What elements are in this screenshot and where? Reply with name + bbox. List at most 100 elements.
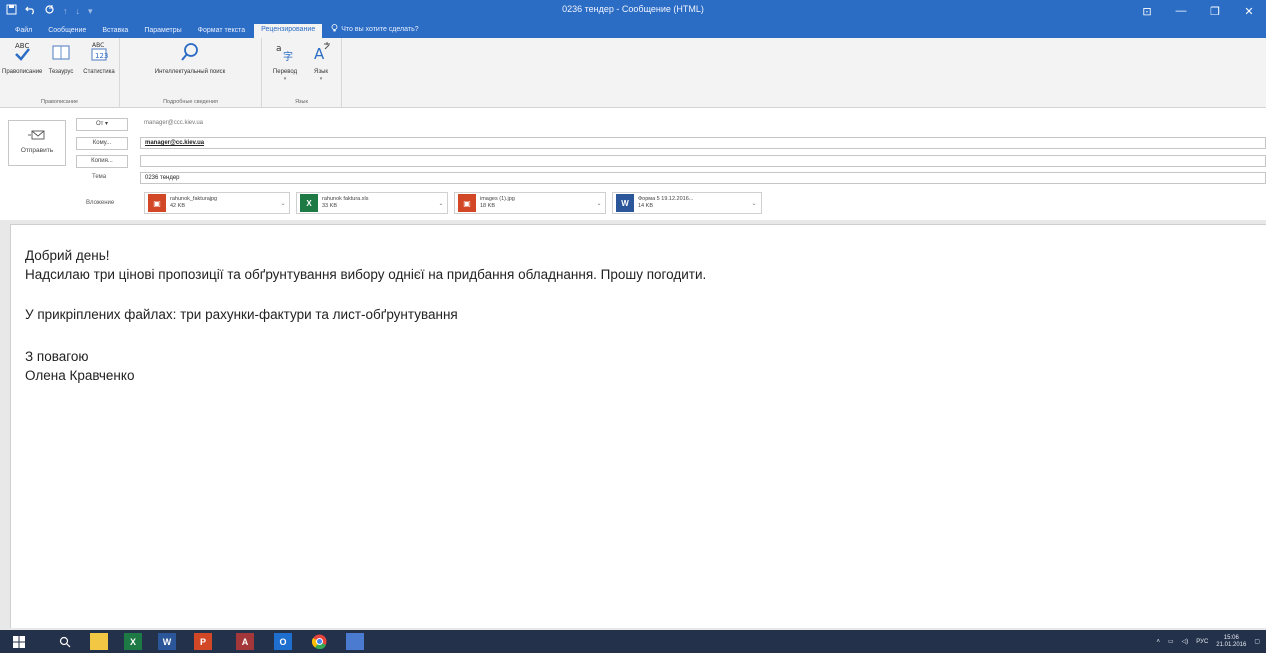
outlook-compose-window: ↑ ↓ ▾ 0236 тендер - Сообщение (HTML) ⊡ —… — [0, 0, 1266, 653]
from-value: manager@ccc.kiev.ua — [144, 120, 204, 126]
word-file-icon: W — [616, 194, 634, 212]
attachment-item[interactable]: ▣ images (1).jpg 18 KB ⌄ — [454, 192, 606, 214]
spellcheck-icon: ABC — [2, 40, 42, 67]
attachment-name: rahunok faktura.xls — [322, 196, 369, 202]
to-field[interactable]: manager@cc.kiev.ua — [140, 137, 1266, 149]
tab-insert[interactable]: Вставка — [95, 25, 135, 38]
translate-dropdown-icon: ▾ — [283, 76, 287, 82]
title-bar: ↑ ↓ ▾ 0236 тендер - Сообщение (HTML) ⊡ —… — [0, 0, 1266, 22]
attachment-item[interactable]: W Форма 5 19.12.2016... 14 KB ⌄ — [612, 192, 762, 214]
body-regards: З повагою — [25, 349, 89, 364]
tab-review[interactable]: Рецензирование — [254, 24, 323, 38]
attachment-size: 42 KB — [170, 203, 185, 209]
tab-message[interactable]: Сообщение — [41, 25, 93, 38]
tell-me-label: Что вы хотите сделать? — [341, 25, 419, 33]
group-label-insights: Подробные сведения — [163, 99, 218, 105]
body-line-1: Надсилаю три цінові пропозиції та обґрун… — [25, 267, 707, 282]
group-label-language: Язык — [295, 99, 308, 105]
network-icon[interactable]: ▭ — [1168, 638, 1174, 645]
cc-button[interactable]: Копия... — [76, 155, 128, 168]
volume-icon[interactable]: ◁) — [1182, 638, 1189, 645]
subject-value: 0236 тендер — [145, 175, 180, 181]
translate-button[interactable]: a字 Перевод ▾ — [268, 40, 302, 83]
from-button[interactable]: От ▾ — [76, 118, 128, 131]
message-body-editor[interactable]: Добрий день! Надсилаю три цінові пропози… — [10, 224, 1266, 628]
body-signature: Олена Кравченко — [25, 368, 135, 383]
outlook-icon[interactable]: O — [274, 633, 292, 650]
excel-icon[interactable]: X — [124, 633, 142, 650]
tab-format-text[interactable]: Формат текста — [191, 25, 253, 38]
clock[interactable]: 15:06 21.01.2016 — [1216, 635, 1246, 649]
input-language[interactable]: РУС — [1196, 639, 1208, 645]
body-line-2: У прикріплених файлах: три рахунки-факту… — [25, 307, 458, 322]
image-file-icon: ▣ — [458, 194, 476, 212]
attachment-item[interactable]: X rahunok faktura.xls 33 KB ⌄ — [296, 192, 448, 214]
tell-me-box[interactable]: Что вы хотите сделать? — [324, 22, 425, 38]
attachment-dropdown-icon[interactable]: ⌄ — [435, 200, 447, 207]
svg-text:123: 123 — [95, 52, 108, 60]
word-count-button[interactable]: ABC 123 Статистика — [80, 40, 118, 76]
word-count-icon: ABC 123 — [80, 40, 118, 67]
language-dropdown-icon: ▾ — [319, 76, 323, 82]
spelling-button[interactable]: ABC Правописание — [2, 40, 42, 76]
notifications-icon[interactable]: ▢ — [1254, 638, 1260, 645]
lightbulb-icon — [331, 24, 338, 34]
translate-icon: a字 — [268, 40, 302, 67]
cc-field[interactable] — [140, 155, 1266, 167]
ribbon-group-proofing: ABC Правописание Тезаурус ABC 123 Статист… — [0, 38, 120, 108]
body-greeting: Добрий день! — [25, 248, 110, 263]
show-hidden-icons[interactable]: ˄ — [1156, 639, 1160, 645]
to-button[interactable]: Кому... — [76, 137, 128, 150]
ribbon-tabs: Файл Сообщение Вставка Параметры Формат … — [0, 22, 1266, 38]
attachment-name: images (1).jpg — [480, 196, 515, 202]
subject-label: Тема — [92, 174, 107, 180]
message-header: Отправить От ▾ manager@ccc.kiev.ua Кому.… — [0, 108, 1266, 220]
send-button[interactable]: Отправить — [8, 120, 66, 166]
ribbon: ABC Правописание Тезаурус ABC 123 Статист… — [0, 38, 1266, 108]
taskbar: X W P A O ˄ ▭ ◁) РУС 15:06 21.01.2016 ▢ — [0, 630, 1266, 653]
file-explorer-icon[interactable] — [90, 633, 108, 650]
window-title: 0236 тендер - Сообщение (HTML) — [562, 4, 704, 14]
close-button[interactable]: ✕ — [1232, 0, 1266, 22]
svg-text:a: a — [276, 44, 282, 54]
group-label-proofing: Правописание — [40, 99, 79, 105]
svg-text:字: 字 — [283, 50, 293, 63]
thesaurus-button[interactable]: Тезаурус — [44, 40, 78, 76]
subject-field[interactable]: 0236 тендер — [140, 172, 1266, 184]
clock-date: 21.01.2016 — [1216, 641, 1247, 648]
tab-options[interactable]: Параметры — [137, 25, 188, 38]
app-icon[interactable] — [346, 633, 364, 650]
attachment-size: 14 KB — [638, 203, 653, 209]
powerpoint-icon[interactable]: P — [194, 633, 212, 650]
svg-text:ABC: ABC — [92, 42, 104, 49]
attachment-dropdown-icon[interactable]: ⌄ — [277, 200, 289, 207]
clock-time: 15:06 — [1223, 634, 1239, 641]
search-icon[interactable] — [56, 633, 74, 650]
minimize-button[interactable]: — — [1164, 0, 1198, 22]
attachment-dropdown-icon[interactable]: ⌄ — [748, 200, 760, 207]
language-button[interactable]: A Язык ▾ — [304, 40, 338, 83]
thesaurus-icon — [44, 40, 78, 67]
to-recipient[interactable]: manager@cc.kiev.ua — [145, 140, 204, 146]
send-label: Отправить — [20, 147, 54, 154]
svg-text:ABC: ABC — [15, 42, 29, 50]
access-icon[interactable]: A — [236, 633, 254, 650]
image-file-icon: ▣ — [148, 194, 166, 212]
attachment-name: rahunok_fakturajpg — [170, 196, 218, 202]
send-icon — [9, 129, 65, 143]
window-controls: ⊡ — ❐ ✕ — [1130, 0, 1266, 22]
ribbon-options-button[interactable]: ⊡ — [1130, 0, 1164, 22]
attachment-item[interactable]: ▣ rahunok_fakturajpg 42 KB ⌄ — [144, 192, 290, 214]
language-icon: A — [304, 40, 338, 67]
tab-file[interactable]: Файл — [8, 25, 39, 38]
attachment-dropdown-icon[interactable]: ⌄ — [593, 200, 605, 207]
magnifier-icon — [140, 40, 240, 67]
restore-button[interactable]: ❐ — [1198, 0, 1232, 22]
start-icon[interactable] — [10, 633, 28, 650]
svg-text:A: A — [314, 45, 325, 63]
chrome-icon[interactable] — [310, 633, 328, 650]
attached-label: Вложение — [86, 200, 115, 206]
ribbon-group-insights: Интеллектуальный поиск Подробные сведени… — [120, 38, 262, 108]
word-icon[interactable]: W — [158, 633, 176, 650]
smart-lookup-button[interactable]: Интеллектуальный поиск — [140, 40, 240, 76]
